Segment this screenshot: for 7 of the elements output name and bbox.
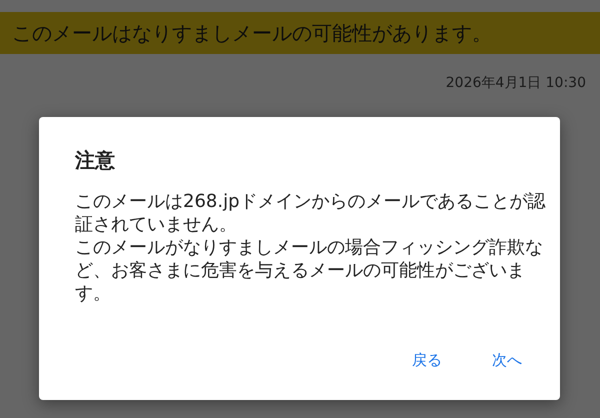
next-button[interactable]: 次へ <box>482 343 532 378</box>
email-date: 2026年4月1日 10:30 <box>446 75 586 91</box>
dialog-title: 注意 <box>75 147 115 174</box>
warning-banner: このメールはなりすましメールの可能性があります。 <box>0 12 600 54</box>
dialog-message: このメールがなりすましメールの場合フィッシング詐欺など、お客さまに危害を与えるメールの可能性がございます。 <box>75 236 544 305</box>
dialog-message: このメールは268.jpドメインからのメールであることが認証されていません。 <box>75 190 546 236</box>
back-button[interactable]: 戻る <box>402 343 452 378</box>
